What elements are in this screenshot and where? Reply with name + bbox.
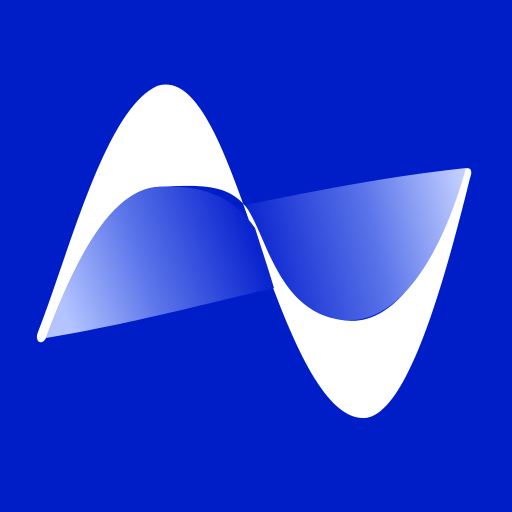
app-icon — [0, 0, 512, 512]
wave-logo-icon — [0, 0, 512, 512]
